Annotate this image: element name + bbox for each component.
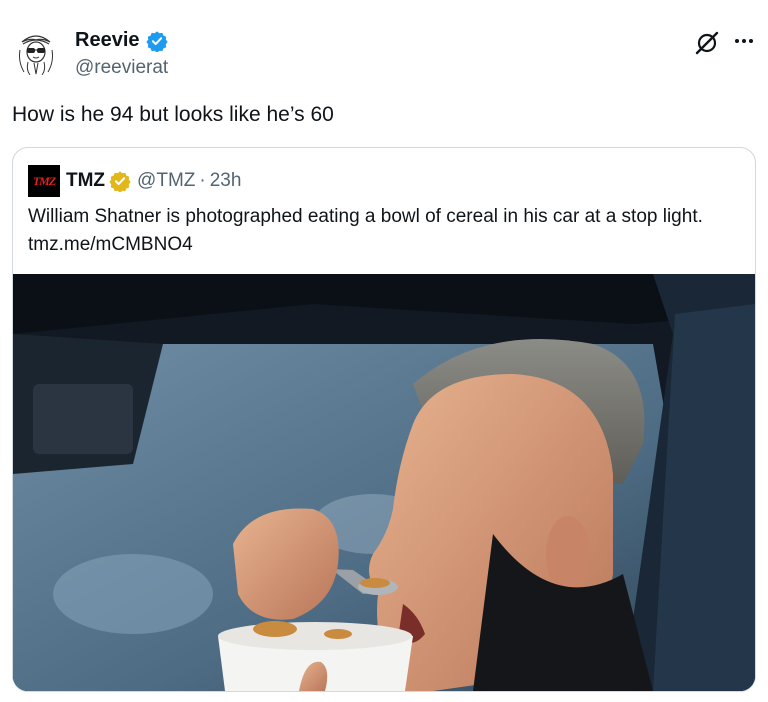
- more-dots-icon[interactable]: [733, 30, 755, 52]
- tmz-logo-avatar[interactable]: TMZ: [28, 165, 60, 197]
- tweet-text: How is he 94 but looks like he’s 60: [12, 103, 334, 126]
- author-name[interactable]: Reevie: [75, 29, 140, 52]
- quoted-tweet-text: William Shatner is photographed eating a…: [28, 206, 703, 255]
- quoted-author-handle[interactable]: @TMZ: [137, 170, 195, 192]
- verified-badge-icon: [145, 30, 168, 52]
- author-handle[interactable]: @reevierat: [75, 57, 168, 79]
- quoted-tweet-card[interactable]: TMZ TMZ @TMZ · 23h William Shatner is ph…: [12, 147, 756, 692]
- quoted-tweet-header: TMZ TMZ @TMZ · 23h: [28, 165, 242, 197]
- separator-dot: ·: [199, 170, 206, 191]
- photo-illustration: [13, 274, 755, 691]
- grok-icon[interactable]: [694, 30, 720, 56]
- quoted-tweet-photo[interactable]: [13, 274, 755, 691]
- author-name-row[interactable]: Reevie: [75, 29, 168, 52]
- avatar[interactable]: [12, 28, 60, 76]
- quoted-author-name[interactable]: TMZ: [66, 170, 105, 192]
- quoted-timestamp[interactable]: 23h: [210, 170, 242, 192]
- gold-verified-badge-icon: [109, 171, 131, 192]
- avatar-drawing-icon: [12, 28, 60, 76]
